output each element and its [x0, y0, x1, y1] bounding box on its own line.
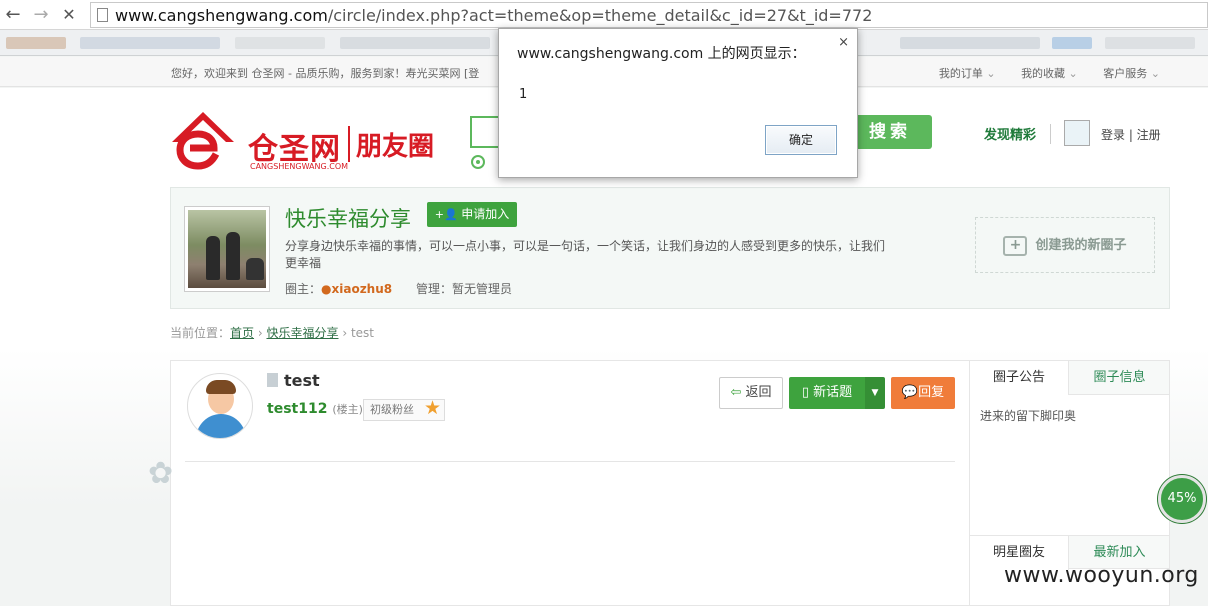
- breadcrumb: 当前位置：首页 › 快乐幸福分享 › test: [170, 326, 374, 340]
- dialog-title: www.cangshengwang.com 上的网页显示：: [517, 46, 806, 62]
- search-button[interactable]: 搜索: [848, 115, 932, 149]
- logo-e-icon: [172, 112, 234, 170]
- circle-description: 分享身边快乐幸福的事情，可以一点小事，可以是一句话，一个笑话，让我们身边的人感受…: [285, 239, 886, 270]
- reply-button[interactable]: 💬回复: [891, 377, 955, 409]
- document-icon: [267, 373, 278, 387]
- rank-badge: 初级粉丝 ★: [363, 397, 445, 421]
- url-text: www.cangshengwang.com/circle/index.php?a…: [115, 6, 873, 25]
- discover-link[interactable]: 发现精彩: [984, 124, 1036, 143]
- watermark-text: www.wooyun.org: [1004, 563, 1199, 588]
- comment-icon: 💬: [901, 385, 919, 400]
- back-arrow-icon[interactable]: ←: [2, 4, 24, 26]
- back-icon: ⇦: [730, 385, 742, 400]
- forward-arrow-icon[interactable]: →: [30, 4, 52, 26]
- breadcrumb-home[interactable]: 首页: [230, 326, 254, 340]
- leaf-decoration-icon: ✿: [148, 456, 174, 491]
- browser-toolbar: ← → ✕ www.cangshengwang.com/circle/index…: [0, 0, 1208, 30]
- circle-owner-link[interactable]: xiaozhu8: [332, 282, 393, 296]
- stop-loading-icon[interactable]: ✕: [58, 4, 80, 26]
- user-avatar-icon: [1064, 120, 1090, 146]
- circle-title[interactable]: 快乐幸福分享: [285, 203, 411, 233]
- author-name-link[interactable]: test112: [267, 401, 327, 417]
- topic-panel: test test112 (楼主) 初级粉丝 ★ ⇦ 返回 ▯ 新话题 ▼ 💬回复: [170, 360, 970, 606]
- logo-english-name: CANGSHENGWANG.COM: [250, 162, 349, 171]
- back-button[interactable]: ⇦ 返回: [719, 377, 783, 409]
- tab-circle-info[interactable]: 圈子信息: [1070, 361, 1169, 395]
- site-logo[interactable]: 仓圣网 CANGSHENGWANG.COM 朋友圈: [170, 110, 470, 180]
- add-comment-icon: +: [1003, 235, 1028, 256]
- close-icon[interactable]: ×: [838, 35, 849, 50]
- dialog-message: 1: [519, 87, 528, 102]
- circle-meta: 圈主：●xiaozhu8 管理：暂无管理员: [285, 282, 512, 296]
- logo-circle-name: 朋友圈: [356, 132, 435, 162]
- my-orders-link[interactable]: 我的订单: [939, 67, 996, 80]
- owner-icon: ●: [321, 282, 332, 296]
- customer-service-link[interactable]: 客户服务: [1103, 67, 1160, 80]
- tab-circle-notice[interactable]: 圈子公告: [970, 361, 1069, 395]
- address-bar[interactable]: www.cangshengwang.com/circle/index.php?a…: [90, 2, 1208, 28]
- topic-title: test: [267, 371, 320, 390]
- author-avatar[interactable]: [187, 373, 253, 439]
- breadcrumb-current: test: [350, 326, 374, 340]
- star-icon: ★: [423, 397, 441, 419]
- join-circle-button[interactable]: +👤 申请加入: [427, 202, 517, 227]
- dialog-ok-button[interactable]: 确定: [765, 125, 837, 155]
- circle-info-panel: 快乐幸福分享 +👤 申请加入 分享身边快乐幸福的事情，可以一点小事，可以是一句话…: [170, 187, 1170, 309]
- add-user-icon: +👤: [434, 208, 462, 221]
- my-favorites-link[interactable]: 我的收藏: [1021, 67, 1078, 80]
- login-register-link[interactable]: 登录 | 注册: [1101, 126, 1161, 143]
- welcome-text: 您好，欢迎来到 仓圣网 - 品质乐购，服务到家！寿光买菜网 [登: [171, 67, 480, 80]
- circle-admin-text: 暂无管理员: [451, 282, 512, 296]
- breadcrumb-circle[interactable]: 快乐幸福分享: [266, 326, 338, 340]
- new-document-icon: ▯: [801, 385, 809, 400]
- create-circle-button[interactable]: + 创建我的新圈子: [975, 217, 1155, 273]
- topic-author: test112 (楼主): [267, 401, 363, 417]
- new-topic-button[interactable]: ▯ 新话题: [789, 377, 865, 409]
- circle-notice-text: 进来的留下脚印奥: [980, 409, 1077, 423]
- circle-cover-image: [184, 206, 270, 292]
- alert-dialog: www.cangshengwang.com 上的网页显示： × 1 确定: [498, 28, 858, 178]
- progress-indicator[interactable]: 45%: [1158, 475, 1206, 523]
- search-scope-radio[interactable]: [471, 155, 485, 169]
- new-topic-dropdown[interactable]: ▼: [865, 377, 885, 409]
- page-icon: [97, 8, 108, 22]
